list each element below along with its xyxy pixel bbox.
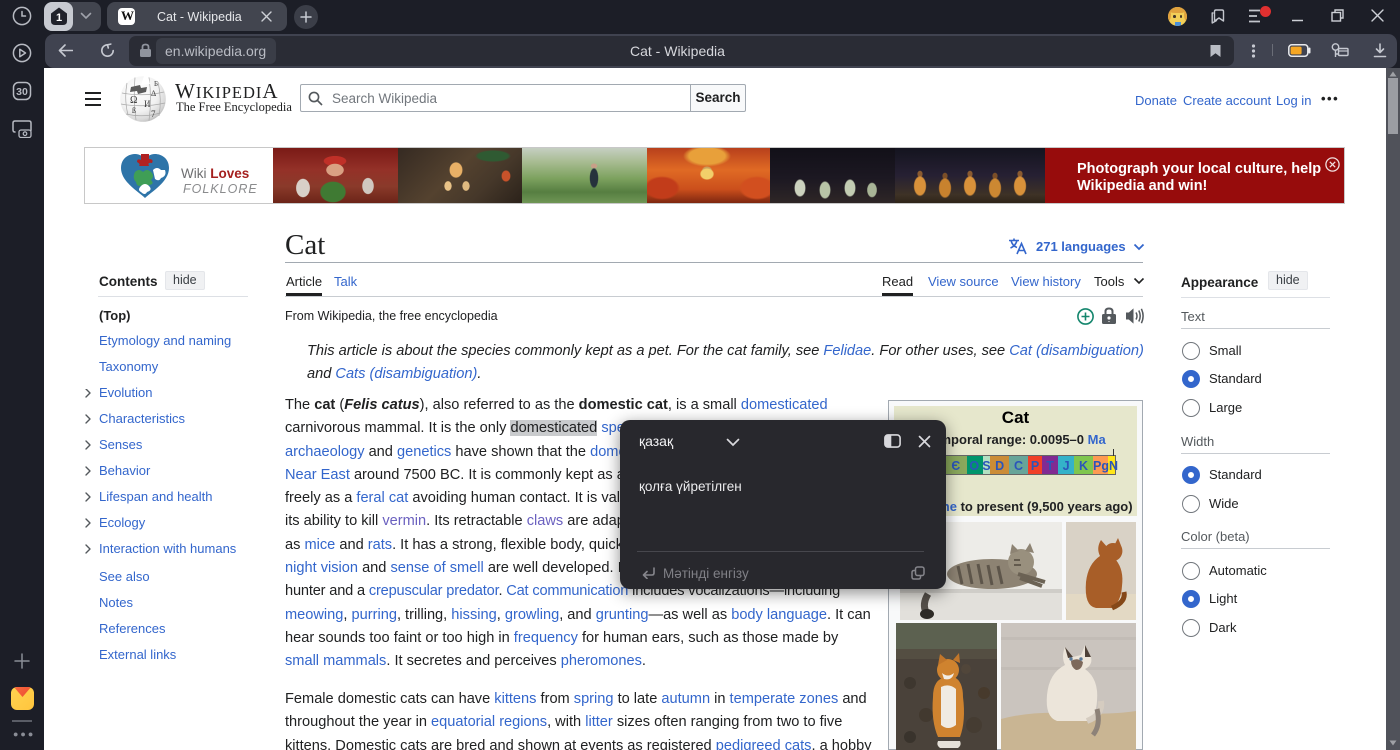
svg-text:1: 1 [56, 12, 62, 24]
svg-text:Ω: Ω [130, 95, 137, 106]
svg-text:Δ: Δ [151, 89, 156, 98]
svg-text:30: 30 [16, 86, 28, 98]
svg-text:7: 7 [151, 109, 156, 119]
svg-text:Б: Б [154, 80, 158, 88]
svg-text:ß: ß [132, 106, 136, 115]
svg-text:И: И [144, 99, 151, 109]
